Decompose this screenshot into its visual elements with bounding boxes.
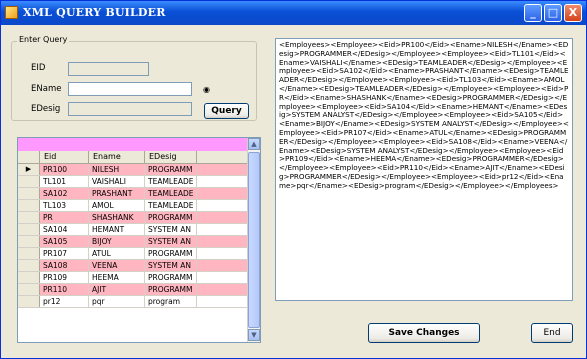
cell-edesig[interactable]: SYSTEM AN (145, 260, 197, 271)
table-row[interactable]: pr12 pqr program (18, 296, 247, 308)
main-window: XML QUERY BUILDER _ □ X Enter Query EID … (0, 0, 587, 359)
query-button[interactable]: Query (204, 103, 249, 119)
eid-label: EID (31, 63, 46, 73)
cell-edesig[interactable]: PROGRAMM (145, 212, 197, 223)
row-header[interactable] (18, 236, 40, 247)
cell-edesig[interactable]: PROGRAMM (145, 272, 197, 283)
grid-header: Eid Ename EDesig (18, 151, 247, 164)
table-row[interactable]: PR110 AJIT PROGRAMM (18, 284, 247, 296)
cell-eid[interactable]: TL103 (40, 200, 89, 211)
cell-eid[interactable]: SA105 (40, 236, 89, 247)
cell-ename[interactable]: NILESH (89, 164, 145, 175)
cell-eid[interactable]: SA108 (40, 260, 89, 271)
app-icon (5, 6, 18, 19)
cell-ename[interactable]: PRASHANT (89, 188, 145, 199)
end-button[interactable]: End (531, 323, 573, 343)
edesig-label: EDesig (31, 104, 61, 114)
window-title: XML QUERY BUILDER (23, 6, 166, 19)
cell-ename[interactable]: AJIT (89, 284, 145, 295)
cell-edesig[interactable]: PROGRAMM (145, 248, 197, 259)
cell-edesig[interactable]: PROGRAMM (145, 164, 197, 175)
cell-eid[interactable]: PR109 (40, 272, 89, 283)
cell-ename[interactable]: AMOL (89, 200, 145, 211)
column-header-ename[interactable]: Ename (89, 151, 145, 163)
row-header[interactable] (18, 260, 40, 271)
cell-eid[interactable]: PR (40, 212, 89, 223)
grid-caption-bar (18, 138, 247, 151)
table-row[interactable]: PR109 HEEMA PROGRAMM (18, 272, 247, 284)
cell-ename[interactable]: BIJOY (89, 236, 145, 247)
cell-eid[interactable]: TL101 (40, 176, 89, 187)
cell-eid[interactable]: SA102 (40, 188, 89, 199)
cell-eid[interactable]: SA104 (40, 224, 89, 235)
cell-ename[interactable]: HEMANT (89, 224, 145, 235)
cell-ename[interactable]: VEENA (89, 260, 145, 271)
row-header[interactable] (18, 200, 40, 211)
title-bar[interactable]: XML QUERY BUILDER _ □ X (1, 1, 586, 25)
table-row[interactable]: PR107 ATUL PROGRAMM (18, 248, 247, 260)
cell-eid[interactable]: PR100 (40, 164, 89, 175)
scroll-down-arrow-icon[interactable]: ▼ (248, 329, 260, 341)
cell-ename[interactable]: SHASHANK (89, 212, 145, 223)
xml-output-textbox[interactable]: <Employees><Employee><Eid>PR100</Eid><En… (275, 38, 573, 301)
maximize-button[interactable]: □ (544, 4, 562, 22)
table-row[interactable]: SA104 HEMANT SYSTEM AN (18, 224, 247, 236)
row-header[interactable] (18, 224, 40, 235)
row-header[interactable] (18, 188, 40, 199)
table-row[interactable]: SA105 BIJOY SYSTEM AN (18, 236, 247, 248)
row-header[interactable] (18, 248, 40, 259)
table-row[interactable]: TL101 VAISHALI TEAMLEADE (18, 176, 247, 188)
row-header[interactable] (18, 176, 40, 187)
save-changes-button[interactable]: Save Changes (368, 323, 480, 343)
row-header[interactable] (18, 272, 40, 283)
current-row-marker-icon[interactable]: ▶ (18, 164, 40, 175)
grid-vertical-scrollbar[interactable]: ▲ ▼ (247, 138, 260, 342)
table-row[interactable]: SA108 VEENA SYSTEM AN (18, 260, 247, 272)
cell-eid[interactable]: PR110 (40, 284, 89, 295)
radio-selected-icon[interactable]: ◉ (203, 85, 210, 94)
cell-edesig[interactable]: SYSTEM AN (145, 236, 197, 247)
cell-edesig[interactable]: SYSTEM AN (145, 224, 197, 235)
column-header-edesig[interactable]: EDesig (145, 151, 197, 163)
scroll-thumb[interactable] (248, 152, 260, 328)
close-button[interactable]: X (564, 4, 582, 22)
cell-ename[interactable]: HEEMA (89, 272, 145, 283)
table-row[interactable]: PR SHASHANK PROGRAMM (18, 212, 247, 224)
minimize-button[interactable]: _ (524, 4, 542, 22)
row-header-corner (18, 151, 40, 163)
cell-ename[interactable]: ATUL (89, 248, 145, 259)
enter-query-group-title: Enter Query (17, 35, 70, 44)
cell-edesig[interactable]: TEAMLEADE (145, 176, 197, 187)
table-row[interactable]: SA102 PRASHANT TEAMLEADE (18, 188, 247, 200)
cell-ename[interactable]: VAISHALI (89, 176, 145, 187)
ename-field[interactable] (68, 82, 192, 96)
cell-edesig[interactable]: program (145, 296, 197, 307)
eid-field[interactable] (68, 62, 149, 76)
cell-edesig[interactable]: TEAMLEADE (145, 200, 197, 211)
cell-edesig[interactable]: PROGRAMM (145, 284, 197, 295)
cell-eid[interactable]: pr12 (40, 296, 89, 307)
cell-eid[interactable]: PR107 (40, 248, 89, 259)
employee-grid[interactable]: Eid Ename EDesig ▶ PR100 NILESH PROGRAMM TL1… (17, 137, 261, 343)
scroll-up-arrow-icon[interactable]: ▲ (248, 138, 260, 150)
column-header-eid[interactable]: Eid (40, 151, 89, 163)
table-row[interactable]: TL103 AMOL TEAMLEADE (18, 200, 247, 212)
row-header[interactable] (18, 284, 40, 295)
row-header[interactable] (18, 212, 40, 223)
cell-edesig[interactable]: TEAMLEADE (145, 188, 197, 199)
cell-ename[interactable]: pqr (89, 296, 145, 307)
edesig-field[interactable] (68, 102, 192, 116)
ename-label: EName (31, 84, 62, 94)
row-header[interactable] (18, 296, 40, 307)
table-row[interactable]: ▶ PR100 NILESH PROGRAMM (18, 164, 247, 176)
